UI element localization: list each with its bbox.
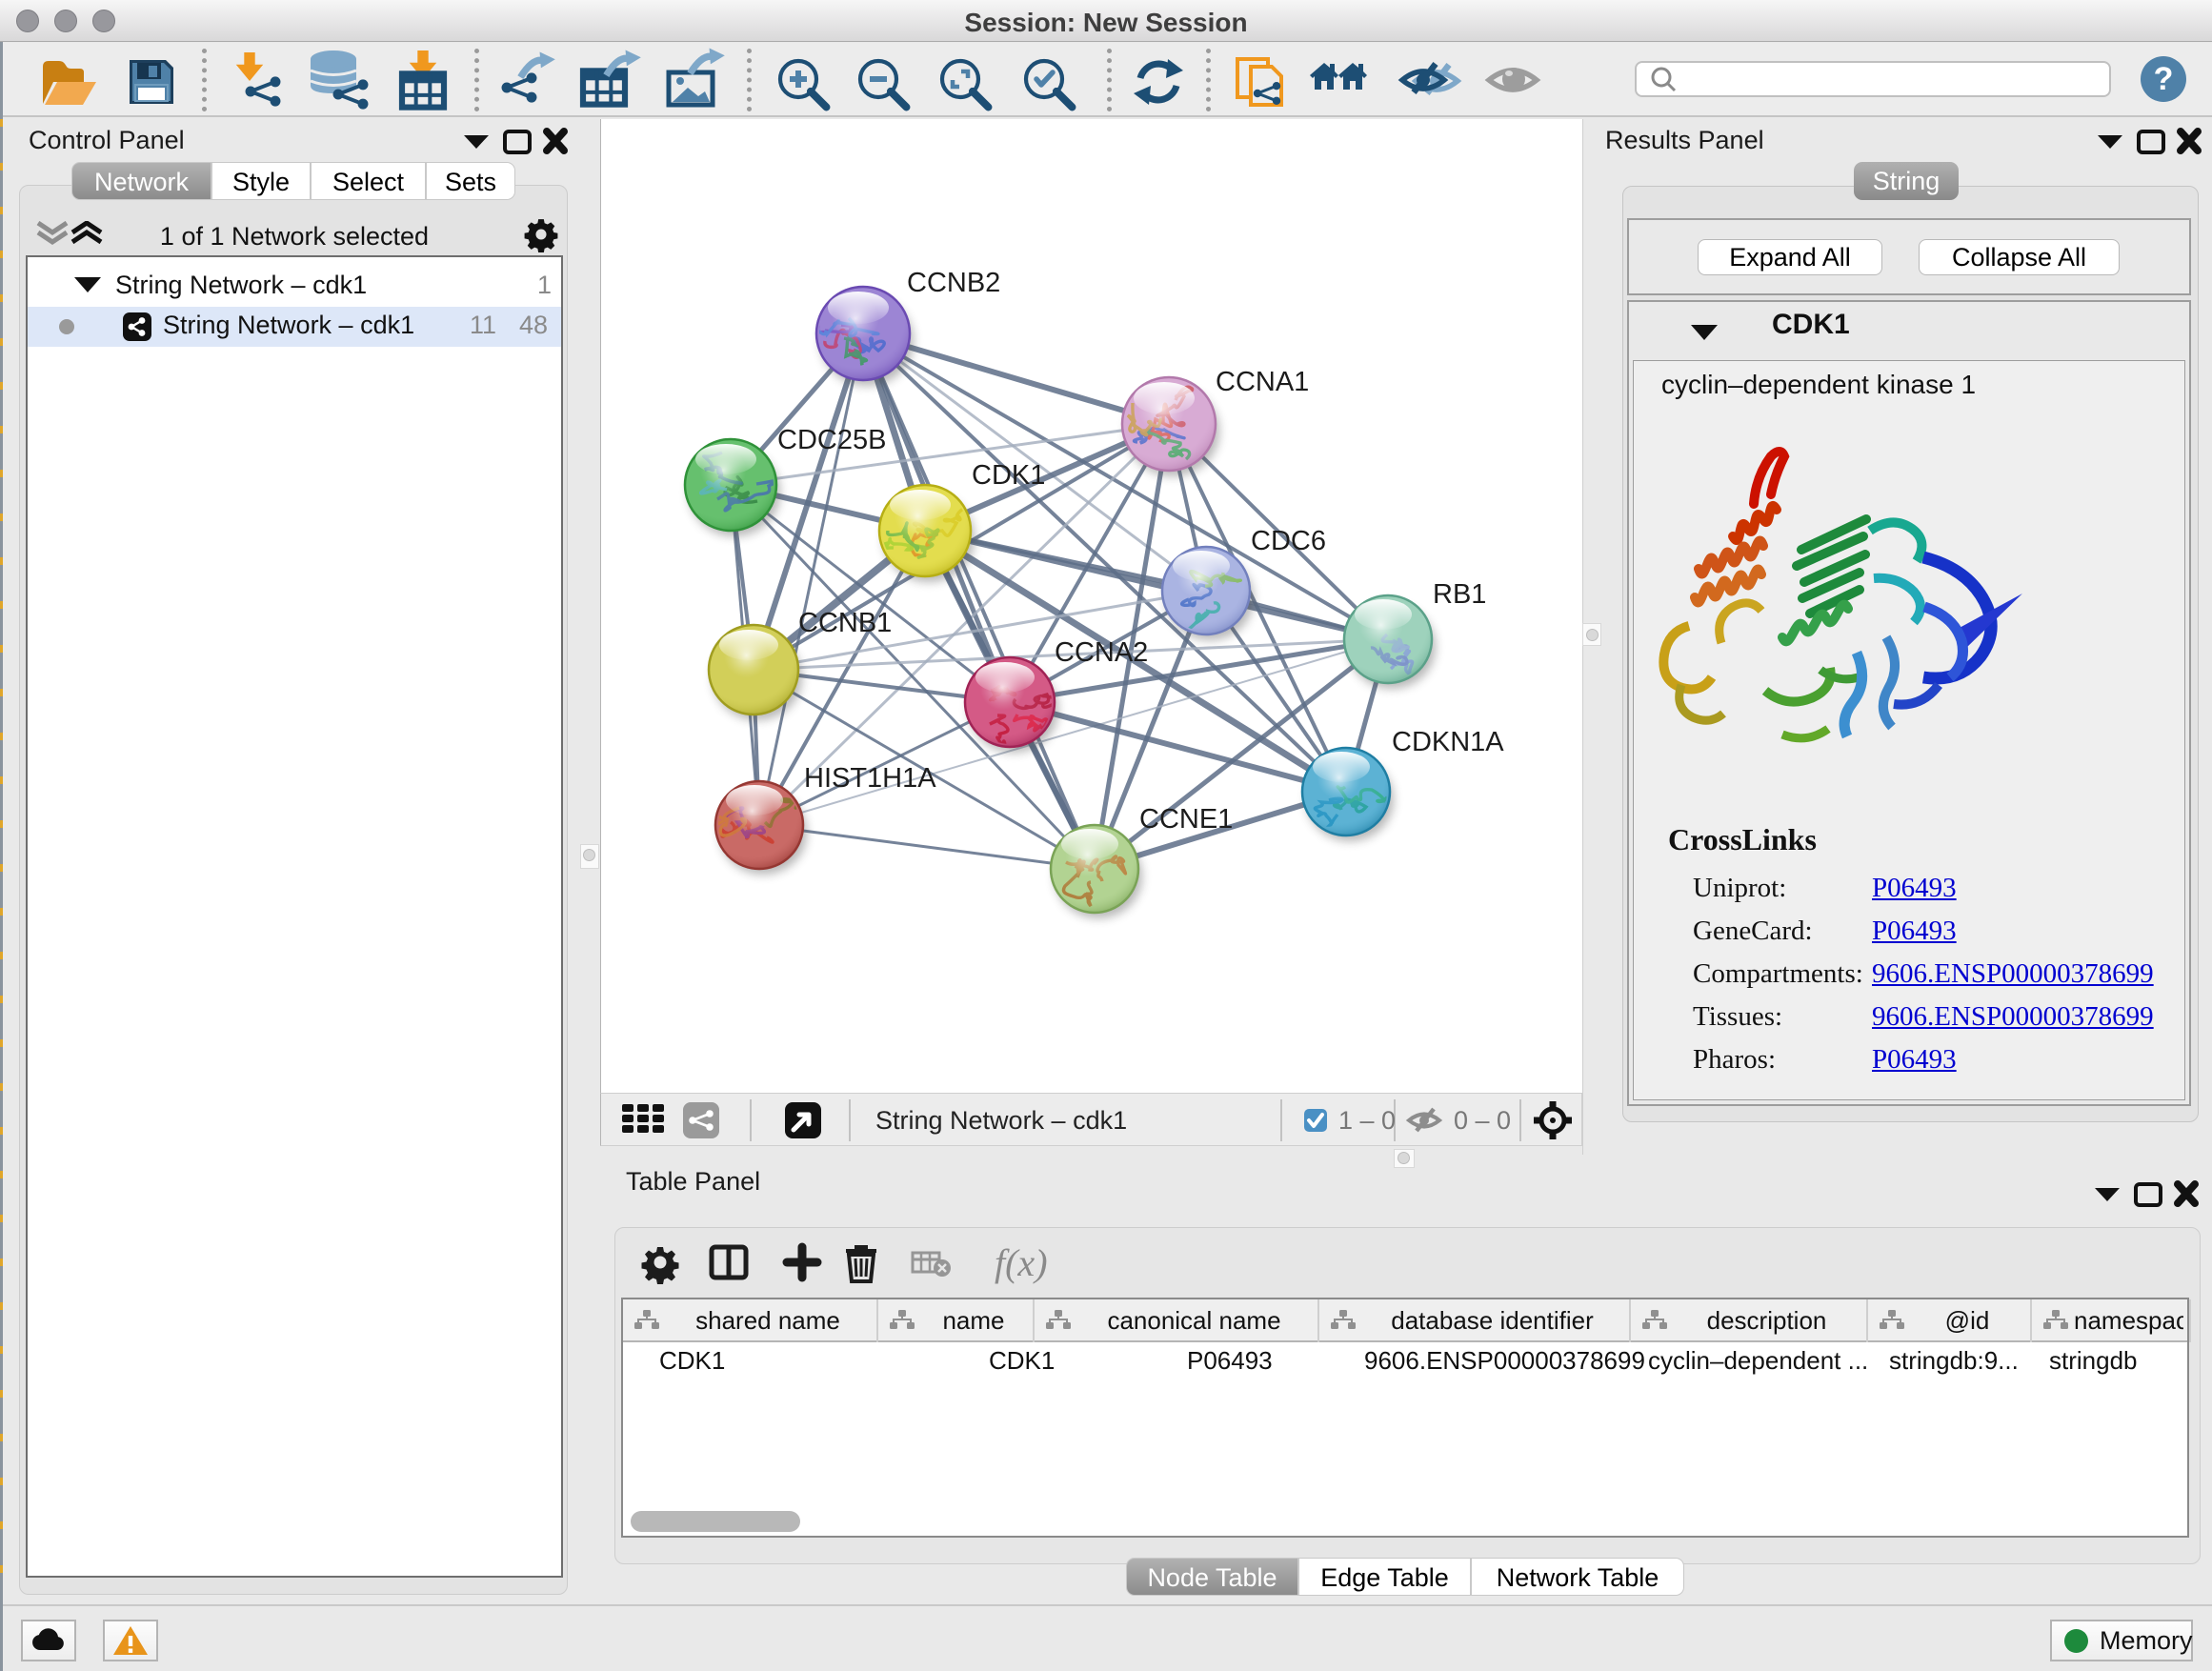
svg-text:CDC6: CDC6 [1251,526,1326,556]
svg-text:f(x): f(x) [995,1241,1048,1284]
svg-text:CCNB1: CCNB1 [798,608,892,638]
svg-text:HIST1H1A: HIST1H1A [804,763,936,794]
svg-text:?: ? [2154,61,2174,97]
svg-text:CCNB2: CCNB2 [907,268,1000,298]
svg-text:CCNE1: CCNE1 [1139,804,1233,835]
svg-text:CCNA2: CCNA2 [1055,637,1148,668]
svg-text:CCNA1: CCNA1 [1216,367,1309,397]
svg-text:RB1: RB1 [1433,579,1486,610]
svg-text:CDKN1A: CDKN1A [1392,727,1504,757]
svg-text:CDC25B: CDC25B [777,425,886,455]
svg-text:CDK1: CDK1 [972,460,1045,491]
